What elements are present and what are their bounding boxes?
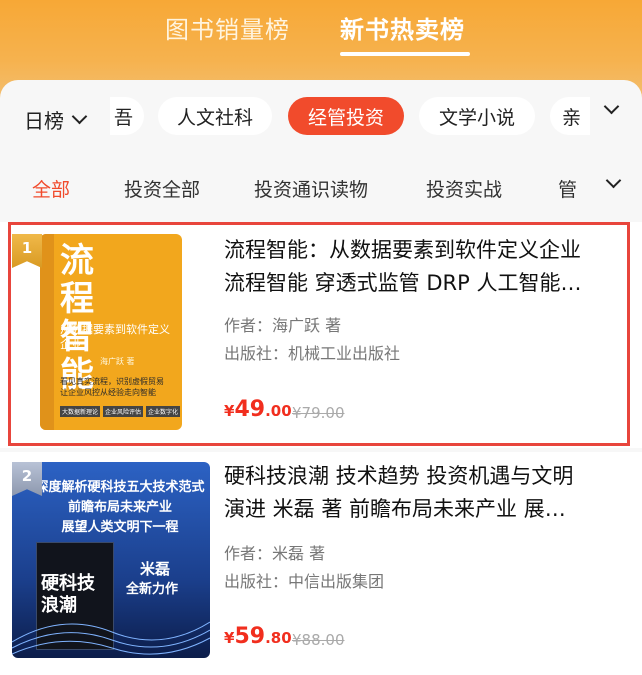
book-price: ¥59.80	[224, 624, 292, 649]
category-pill[interactable]: 人文社科	[158, 97, 272, 135]
book-cover-image[interactable]: 流程智能 从数据要素到软件定义企业 海广跃 著 看见真实流程，识别虚假贸易 让企…	[40, 234, 182, 430]
rank-badge: 1	[12, 234, 42, 268]
period-select-label: 日榜	[24, 109, 64, 133]
subcategory-all[interactable]: 全部	[32, 175, 70, 202]
subcategory-item[interactable]: 投资实战	[426, 175, 502, 202]
cover-title: 流程智能	[60, 241, 94, 395]
expand-categories-icon[interactable]	[603, 98, 620, 115]
cover-tag: 大数据新理论	[60, 406, 101, 417]
tab-sales-ranking[interactable]: 图书销量榜	[165, 10, 290, 45]
cover-banner: 深度解析硬科技五大技术范式	[35, 480, 205, 495]
subcategory-row: 全部 投资全部 投资通识读物 投资实战 管	[0, 165, 642, 205]
book-price: ¥49.00	[224, 397, 292, 422]
category-pill[interactable]: 吾	[110, 97, 144, 135]
cover-tag: 企业风险评估	[103, 406, 144, 417]
cover-subtitle: 从数据要素到软件定义企业	[60, 323, 170, 351]
cover-blurb: 让企业风控从经验走向智能	[60, 388, 156, 397]
book-publisher: 出版社：中信出版集团	[224, 572, 385, 591]
book-list-item[interactable]: 流程智能 从数据要素到软件定义企业 海广跃 著 看见真实流程，识别虚假贸易 让企…	[0, 222, 642, 448]
book-title-line: 硬科技浪潮 技术趋势 投资机遇与文明	[224, 464, 574, 488]
book-author: 作者：米磊 著	[224, 544, 326, 563]
cover-tagline: 全新力作	[126, 582, 179, 597]
original-price: ¥88.00	[292, 631, 345, 649]
subcategory-item[interactable]: 投资通识读物	[254, 175, 368, 202]
subcategory-item[interactable]: 投资全部	[124, 175, 200, 202]
book-author: 作者：海广跃 著	[224, 316, 342, 335]
cover-banner: 前瞻布局未来产业	[67, 500, 172, 515]
tab-new-book-ranking[interactable]: 新书热卖榜	[340, 10, 465, 45]
chevron-down-icon	[71, 108, 88, 125]
period-select[interactable]: 日榜	[24, 105, 88, 134]
category-pill[interactable]: 亲	[550, 97, 590, 135]
active-tab-indicator	[340, 52, 470, 56]
category-pill-active[interactable]: 经管投资	[288, 97, 404, 135]
book-list-item[interactable]: 深度解析硬科技五大技术范式 前瞻布局未来产业 展望人类文明下一程 硬科技浪潮 米…	[0, 452, 642, 675]
cover-blurb: 看见真实流程，识别虚假贸易	[60, 377, 164, 386]
wave-graphic	[12, 621, 210, 655]
category-pill[interactable]: 文学小说	[419, 97, 535, 135]
cover-tag: 企业数字化	[146, 406, 181, 417]
cover-author: 海广跃 著	[100, 357, 135, 366]
cover-banner: 展望人类文明下一程	[61, 520, 179, 535]
book-title-line: 流程智能 穿透式监管 DRP 人工智能…	[224, 271, 582, 295]
subcategory-item[interactable]: 管	[558, 175, 577, 202]
book-title[interactable]: 流程智能：从数据要素到软件定义企业 流程智能 穿透式监管 DRP 人工智能…	[224, 234, 624, 300]
cover-author: 米磊	[140, 560, 171, 578]
book-publisher: 出版社：机械工业出版社	[224, 344, 401, 363]
expand-subcategories-icon[interactable]	[605, 172, 622, 189]
book-title-line: 流程智能：从数据要素到软件定义企业	[224, 238, 581, 262]
category-row: 日榜 吾 人文社科 经管投资 文学小说 亲	[0, 95, 642, 145]
book-title-line: 演进 米磊 著 前瞻布局未来产业 展…	[224, 497, 566, 521]
book-title[interactable]: 硬科技浪潮 技术趋势 投资机遇与文明 演进 米磊 著 前瞻布局未来产业 展…	[224, 460, 624, 526]
original-price: ¥79.00	[292, 404, 345, 422]
